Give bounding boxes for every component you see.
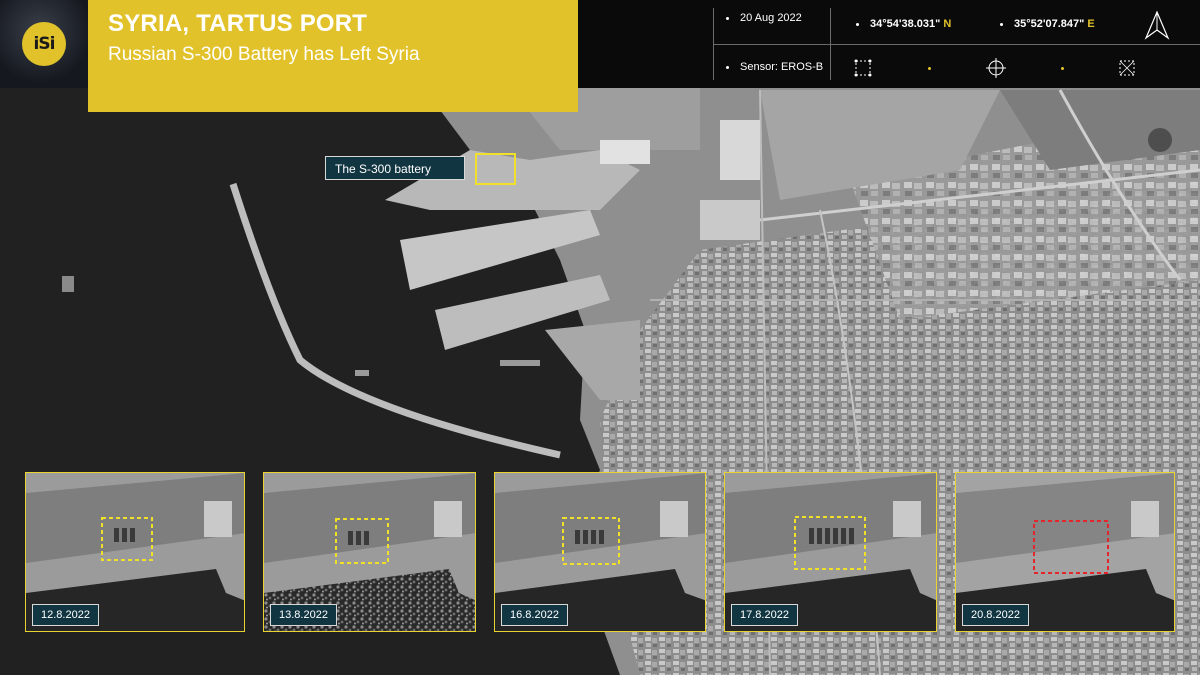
divider	[713, 44, 1200, 45]
inset-panel: 12.8.2022	[25, 472, 245, 632]
battery-callout-label: The S-300 battery	[325, 156, 465, 180]
inset-panel: 16.8.2022	[494, 472, 706, 632]
page-title: SYRIA, TARTUS PORT	[108, 10, 368, 37]
longitude-value: 35°52'07.847"	[1014, 18, 1085, 30]
bullet-icon	[928, 67, 931, 70]
longitude: 35°52'07.847" E	[1014, 18, 1095, 30]
inset-date-label: 16.8.2022	[501, 604, 568, 626]
logo-panel: iSi	[0, 0, 88, 88]
battery-highlight-box	[475, 153, 516, 185]
bullet-icon	[1061, 67, 1064, 70]
page-subtitle: Russian S-300 Battery has Left Syria	[108, 44, 420, 65]
sensor-name: Sensor: EROS-B	[740, 61, 824, 73]
inset-date-label: 13.8.2022	[270, 604, 337, 626]
bullet-icon	[1000, 23, 1003, 26]
longitude-hemisphere: E	[1087, 18, 1095, 30]
target-icon	[1119, 60, 1135, 76]
inset-date-label: 17.8.2022	[731, 604, 798, 626]
inset-panel: 13.8.2022	[263, 472, 476, 632]
frame-icon	[854, 59, 872, 77]
inset-date-label: 20.8.2022	[962, 604, 1029, 626]
inset-panel: 17.8.2022	[724, 472, 937, 632]
bullet-icon	[726, 66, 729, 69]
inset-date-label: 12.8.2022	[32, 604, 99, 626]
title-panel: SYRIA, TARTUS PORT Russian S-300 Battery…	[88, 0, 578, 112]
latitude-value: 34°54'38.031"	[870, 18, 941, 30]
north-arrow-icon	[1144, 10, 1170, 40]
divider	[830, 8, 831, 80]
image-date: 20 Aug 2022	[740, 12, 802, 24]
bullet-icon	[726, 17, 729, 20]
isi-logo: iSi	[22, 22, 66, 66]
latitude: 34°54'38.031" N	[870, 18, 951, 30]
info-bar: 20 Aug 2022 Sensor: EROS-B 34°54'38.031"…	[578, 0, 1200, 88]
crosshair-icon	[986, 58, 1006, 78]
inset-panel: 20.8.2022	[955, 472, 1175, 632]
latitude-hemisphere: N	[943, 18, 952, 30]
bullet-icon	[856, 23, 859, 26]
